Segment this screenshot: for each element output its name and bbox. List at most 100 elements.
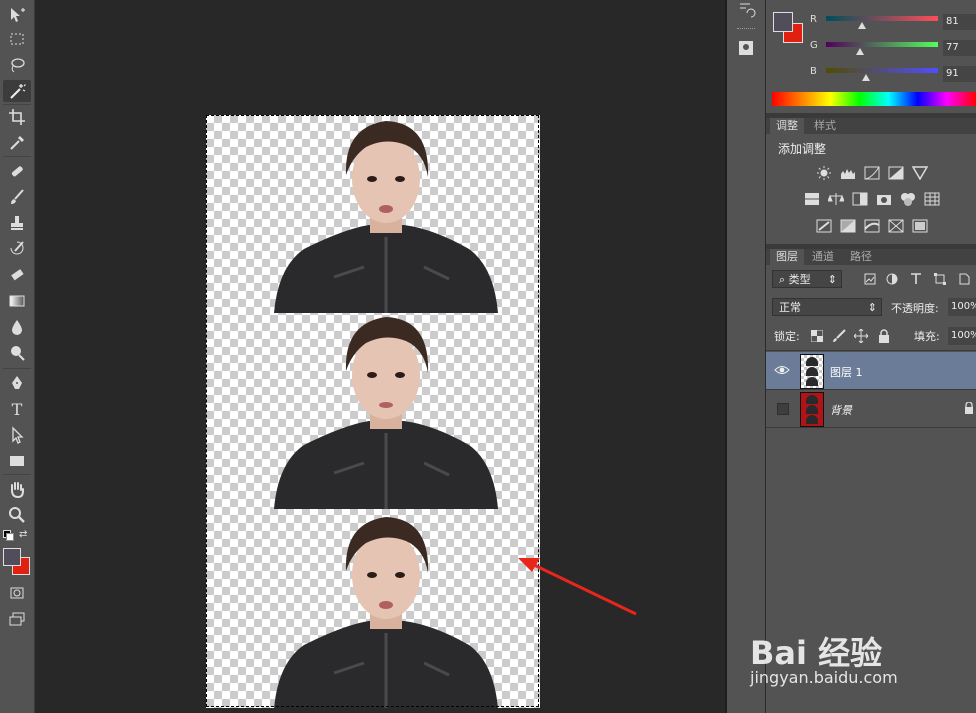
channel-mixer-icon[interactable]	[900, 192, 916, 206]
posterize-icon[interactable]	[840, 219, 856, 233]
brush-icon[interactable]	[3, 186, 31, 208]
adjustments-title: 添加调整	[778, 142, 827, 156]
lasso-icon[interactable]	[3, 54, 31, 76]
color-spectrum-bar[interactable]	[772, 92, 976, 106]
filter-smart-object-icon[interactable]	[958, 273, 970, 285]
vibrance-icon[interactable]	[912, 166, 928, 180]
portrait-image-3	[274, 517, 498, 708]
layer-filter-value: 类型	[788, 273, 811, 286]
path-select-icon[interactable]	[3, 424, 31, 446]
visibility-toggle[interactable]	[777, 403, 789, 415]
chevron-updown-icon: ⇕	[827, 273, 837, 286]
watermark-url: jingyan.baidu.com	[750, 668, 898, 687]
collapsed-panels-strip	[727, 0, 766, 713]
tab-layers[interactable]: 图层	[770, 249, 804, 265]
photo-filter-icon[interactable]	[876, 192, 892, 206]
annotation-arrow	[518, 558, 637, 616]
threshold-icon[interactable]	[864, 219, 880, 233]
opacity-label: 不透明度:	[891, 302, 939, 315]
type-glyph: T	[11, 399, 23, 419]
search-icon: ⌕	[779, 273, 786, 286]
filter-shape-icon[interactable]	[934, 273, 946, 285]
layer-name[interactable]: 背景	[830, 402, 852, 418]
filter-pixel-icon[interactable]	[864, 273, 876, 285]
eyedropper-icon[interactable]	[3, 132, 31, 154]
gradient-icon[interactable]	[3, 290, 31, 312]
tools-panel: T ⇄	[0, 0, 35, 713]
blend-mode-dropdown[interactable]: 正常 ⇕	[772, 298, 882, 316]
exposure-icon[interactable]	[888, 166, 904, 180]
layer-thumbnail	[800, 392, 824, 427]
lock-all-icon[interactable]	[878, 329, 890, 343]
stamp-icon[interactable]	[3, 212, 31, 234]
healing-brush-icon[interactable]	[3, 160, 31, 182]
gradient-map-icon[interactable]	[912, 219, 928, 233]
curves-icon[interactable]	[864, 166, 880, 180]
fill-input[interactable]: 100%	[948, 327, 976, 345]
lock-pixels-icon[interactable]	[832, 329, 846, 343]
blend-mode-value: 正常	[779, 301, 801, 314]
document-canvas[interactable]	[206, 115, 540, 708]
layer-row[interactable]: 背景	[766, 390, 976, 428]
green-value-input[interactable]: 77	[943, 40, 976, 56]
watermark: Bai 经验 jingyan.baidu.com	[746, 628, 972, 688]
tab-channels[interactable]: 通道	[806, 249, 840, 265]
color-panel: R 81 G 77 B 91	[766, 0, 976, 113]
portrait-image-2	[274, 317, 498, 509]
lock-position-icon[interactable]	[854, 329, 868, 343]
green-label: G	[810, 40, 818, 51]
rectangle-icon[interactable]	[3, 450, 31, 472]
swap-colors-icon[interactable]: ⇄	[19, 529, 27, 540]
layer-filter-dropdown[interactable]: ⌕ 类型 ⇕	[772, 270, 842, 288]
dodge-icon[interactable]	[3, 342, 31, 364]
brightness-icon[interactable]	[816, 166, 832, 180]
foreground-color-swatch[interactable]	[3, 548, 21, 566]
red-value-input[interactable]: 81	[943, 14, 976, 30]
black-white-icon[interactable]	[852, 192, 868, 206]
magic-wand-icon[interactable]	[3, 80, 31, 102]
hue-saturation-icon[interactable]	[804, 192, 820, 206]
tab-adjustments[interactable]: 调整	[770, 118, 804, 134]
default-colors-icon[interactable]	[3, 530, 14, 541]
tab-styles[interactable]: 样式	[808, 118, 842, 134]
screen-mode-icon[interactable]	[3, 608, 31, 630]
history-brush-icon[interactable]	[3, 238, 31, 260]
pen-icon[interactable]	[3, 372, 31, 394]
blur-icon[interactable]	[3, 316, 31, 338]
blue-value-input[interactable]: 91	[943, 66, 976, 82]
history-panel-icon[interactable]	[736, 0, 756, 20]
fill-label: 填充:	[914, 330, 940, 343]
lock-transparent-icon[interactable]	[811, 330, 823, 342]
lock-label: 锁定:	[774, 330, 800, 343]
adjustments-tabs: 调整 样式	[766, 118, 976, 134]
layer-row[interactable]: 图层 1	[766, 352, 976, 390]
invert-icon[interactable]	[816, 219, 832, 233]
eraser-icon[interactable]	[3, 264, 31, 286]
crop-icon[interactable]	[3, 106, 31, 128]
actions-panel-icon[interactable]	[736, 38, 756, 58]
filter-type-icon[interactable]	[910, 273, 922, 285]
portrait-image-1	[274, 121, 498, 313]
lock-icon	[965, 402, 973, 414]
selective-color-icon[interactable]	[888, 219, 904, 233]
layers-tabs: 图层 通道 路径	[766, 249, 976, 265]
levels-icon[interactable]	[840, 166, 856, 180]
opacity-input[interactable]: 100%	[948, 298, 976, 316]
layer-thumbnail	[800, 354, 824, 389]
tab-paths[interactable]: 路径	[844, 249, 878, 265]
panel-fg-swatch[interactable]	[773, 12, 793, 32]
blue-label: B	[810, 66, 817, 77]
move-icon[interactable]	[3, 4, 31, 26]
marquee-icon[interactable]	[3, 28, 31, 50]
filter-adjustment-icon[interactable]	[886, 273, 898, 285]
zoom-icon[interactable]	[3, 504, 31, 526]
color-lookup-icon[interactable]	[924, 192, 940, 206]
red-label: R	[810, 14, 817, 25]
type-icon[interactable]: T	[3, 398, 31, 420]
eye-icon[interactable]	[774, 362, 790, 378]
hand-icon[interactable]	[3, 478, 31, 500]
layer-name[interactable]: 图层 1	[830, 364, 863, 380]
right-panels: R 81 G 77 B 91 调整 样式 添加调整 图层 通道 路径 ⌕ 类型 …	[766, 0, 976, 713]
quick-mask-icon[interactable]	[3, 582, 31, 604]
color-balance-icon[interactable]	[828, 192, 844, 206]
